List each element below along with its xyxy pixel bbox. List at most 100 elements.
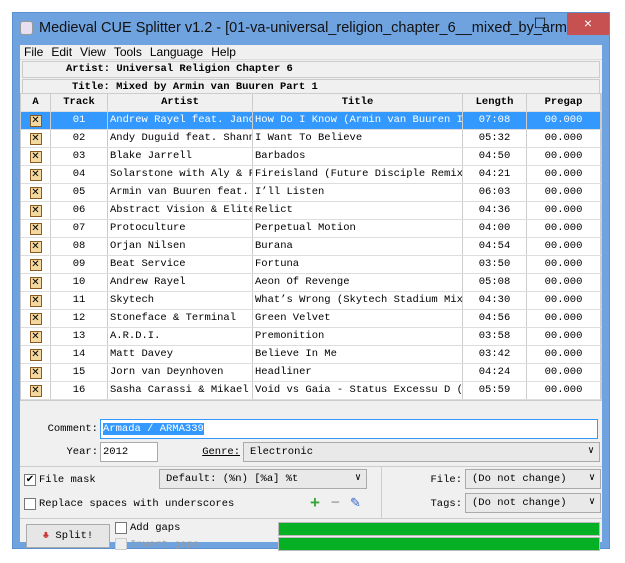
track-length: 07:08 — [463, 112, 527, 129]
table-row[interactable]: ✕ 01 Andrew Rayel feat. Jano How Do I Kn… — [21, 112, 601, 130]
row-checkbox-cell[interactable]: ✕ — [21, 220, 51, 237]
table-row[interactable]: ✕ 04 Solarstone with Aly & Fi Fireisland… — [21, 166, 601, 184]
row-checkbox-cell[interactable]: ✕ — [21, 148, 51, 165]
checked-x-icon[interactable]: ✕ — [29, 115, 42, 127]
file-mask-label: File mask — [39, 474, 96, 486]
row-checkbox-cell[interactable]: ✕ — [21, 130, 51, 147]
split-button[interactable]: ♣ Split! — [26, 524, 110, 548]
album-artist-row[interactable]: Artist: Universal Religion Chapter 6 — [22, 61, 600, 78]
col-header-artist[interactable]: Artist — [108, 94, 253, 111]
checked-x-icon[interactable]: ✕ — [29, 223, 42, 235]
file-dropdown[interactable]: (Do not change) ∨ — [465, 469, 601, 489]
row-checkbox-cell[interactable]: ✕ — [21, 184, 51, 201]
comment-input[interactable]: Armada / ARMA339 — [100, 419, 598, 439]
replace-spaces-checkbox[interactable] — [24, 498, 36, 510]
album-artist: Universal Religion Chapter 6 — [116, 63, 293, 75]
track-artist: Orjan Nilsen — [108, 238, 253, 255]
row-checkbox-cell[interactable]: ✕ — [21, 166, 51, 183]
table-row[interactable]: ✕ 07 Protoculture Perpetual Motion 04:00… — [21, 220, 601, 238]
chevron-down-icon: ∨ — [588, 473, 595, 484]
col-header-a[interactable]: A — [21, 94, 51, 111]
year-input[interactable]: 2012 — [100, 442, 158, 462]
checked-x-icon[interactable]: ✕ — [29, 259, 42, 271]
menu-edit[interactable]: Edit — [51, 45, 77, 59]
table-row[interactable]: ✕ 06 Abstract Vision & Elite Relict 04:3… — [21, 202, 601, 220]
checked-x-icon[interactable]: ✕ — [29, 367, 42, 379]
menu-help[interactable]: Help — [211, 45, 241, 59]
row-checkbox-cell[interactable]: ✕ — [21, 256, 51, 273]
split-label: Split! — [55, 530, 94, 542]
invert-gaps-label: Invert gaps — [130, 539, 200, 551]
table-row[interactable]: ✕ 13 A.R.D.I. Premonition 03:58 00.000 — [21, 328, 601, 346]
table-row[interactable]: ✕ 09 Beat Service Fortuna 03:50 00.000 — [21, 256, 601, 274]
invert-gaps-checkbox[interactable] — [115, 538, 127, 550]
table-row[interactable]: ✕ 15 Jorn van Deynhoven Headliner 04:24 … — [21, 364, 601, 382]
progress-bar-1 — [278, 522, 600, 536]
table-row[interactable]: ✕ 14 Matt Davey Believe In Me 03:42 00.0… — [21, 346, 601, 364]
row-checkbox-cell[interactable]: ✕ — [21, 202, 51, 219]
table-row[interactable]: ✕ 08 Orjan Nilsen Burana 04:54 00.000 — [21, 238, 601, 256]
file-mask-dropdown[interactable]: Default: (%n) [%a] %t ∨ — [159, 469, 367, 489]
table-row[interactable]: ✕ 02 Andy Duguid feat. Shanno I Want To … — [21, 130, 601, 148]
track-artist: Armin van Buuren feat. A — [108, 184, 253, 201]
track-title: Premonition — [253, 328, 463, 345]
add-mask-icon[interactable]: + — [310, 493, 320, 513]
checked-x-icon[interactable]: ✕ — [29, 187, 42, 199]
close-button[interactable]: × — [567, 13, 609, 35]
col-header-length[interactable]: Length — [463, 94, 527, 111]
track-title: I’ll Listen — [253, 184, 463, 201]
file-mask-checkbox[interactable]: ✔ — [24, 474, 36, 486]
track-title: Believe In Me — [253, 346, 463, 363]
row-checkbox-cell[interactable]: ✕ — [21, 328, 51, 345]
comment-label: Comment: — [47, 423, 98, 435]
checked-x-icon[interactable]: ✕ — [29, 133, 42, 145]
menu-file[interactable]: File — [24, 45, 48, 59]
row-checkbox-cell[interactable]: ✕ — [21, 274, 51, 291]
checked-x-icon[interactable]: ✕ — [29, 331, 42, 343]
table-row[interactable]: ✕ 16 Sasha Carassi & Mikael J Void vs Ga… — [21, 382, 601, 400]
row-checkbox-cell[interactable]: ✕ — [21, 238, 51, 255]
checked-x-icon[interactable]: ✕ — [29, 295, 42, 307]
table-row[interactable]: ✕ 10 Andrew Rayel Aeon Of Revenge 05:08 … — [21, 274, 601, 292]
row-checkbox-cell[interactable]: ✕ — [21, 364, 51, 381]
col-header-pregap[interactable]: Pregap — [527, 94, 601, 111]
row-checkbox-cell[interactable]: ✕ — [21, 310, 51, 327]
row-checkbox-cell[interactable]: ✕ — [21, 382, 51, 399]
tags-dropdown[interactable]: (Do not change) ∨ — [465, 493, 601, 513]
table-row[interactable]: ✕ 03 Blake Jarrell Barbados 04:50 00.000 — [21, 148, 601, 166]
checked-x-icon[interactable]: ✕ — [29, 313, 42, 325]
track-length: 04:50 — [463, 148, 527, 165]
checked-x-icon[interactable]: ✕ — [29, 151, 42, 163]
add-gaps-label: Add gaps — [130, 522, 181, 534]
checked-x-icon[interactable]: ✕ — [29, 169, 42, 181]
edit-mask-icon[interactable]: ✎ — [350, 495, 361, 511]
row-checkbox-cell[interactable]: ✕ — [21, 346, 51, 363]
tags-value: (Do not change) — [472, 497, 567, 509]
col-header-track[interactable]: Track — [51, 94, 108, 111]
menu-tools[interactable]: Tools — [114, 45, 147, 59]
track-number: 10 — [51, 274, 108, 291]
menu-language[interactable]: Language — [150, 45, 208, 59]
table-row[interactable]: ✕ 11 Skytech What’s Wrong (Skytech Stadi… — [21, 292, 601, 310]
track-number: 15 — [51, 364, 108, 381]
maximize-button[interactable]: ☐ — [528, 13, 552, 35]
row-checkbox-cell[interactable]: ✕ — [21, 112, 51, 129]
row-checkbox-cell[interactable]: ✕ — [21, 292, 51, 309]
checked-x-icon[interactable]: ✕ — [29, 277, 42, 289]
table-row[interactable]: ✕ 12 Stoneface & Terminal Green Velvet 0… — [21, 310, 601, 328]
split-icon: ♣ — [42, 530, 50, 542]
checked-x-icon[interactable]: ✕ — [29, 205, 42, 217]
album-title: Mixed by Armin van Buuren Part 1 — [116, 81, 318, 93]
track-table: A Track Artist Title Length Pregap ✕ 01 … — [20, 93, 602, 401]
remove-mask-icon[interactable]: − — [331, 494, 340, 511]
menu-view[interactable]: View — [80, 45, 111, 59]
minimize-button[interactable]: - — [500, 13, 520, 35]
checked-x-icon[interactable]: ✕ — [29, 349, 42, 361]
checked-x-icon[interactable]: ✕ — [29, 241, 42, 253]
checked-x-icon[interactable]: ✕ — [29, 385, 42, 397]
col-header-title[interactable]: Title — [253, 94, 463, 111]
add-gaps-checkbox[interactable] — [115, 522, 127, 534]
track-number: 14 — [51, 346, 108, 363]
table-row[interactable]: ✕ 05 Armin van Buuren feat. A I’ll Liste… — [21, 184, 601, 202]
genre-dropdown[interactable]: Electronic ∨ — [243, 442, 600, 462]
